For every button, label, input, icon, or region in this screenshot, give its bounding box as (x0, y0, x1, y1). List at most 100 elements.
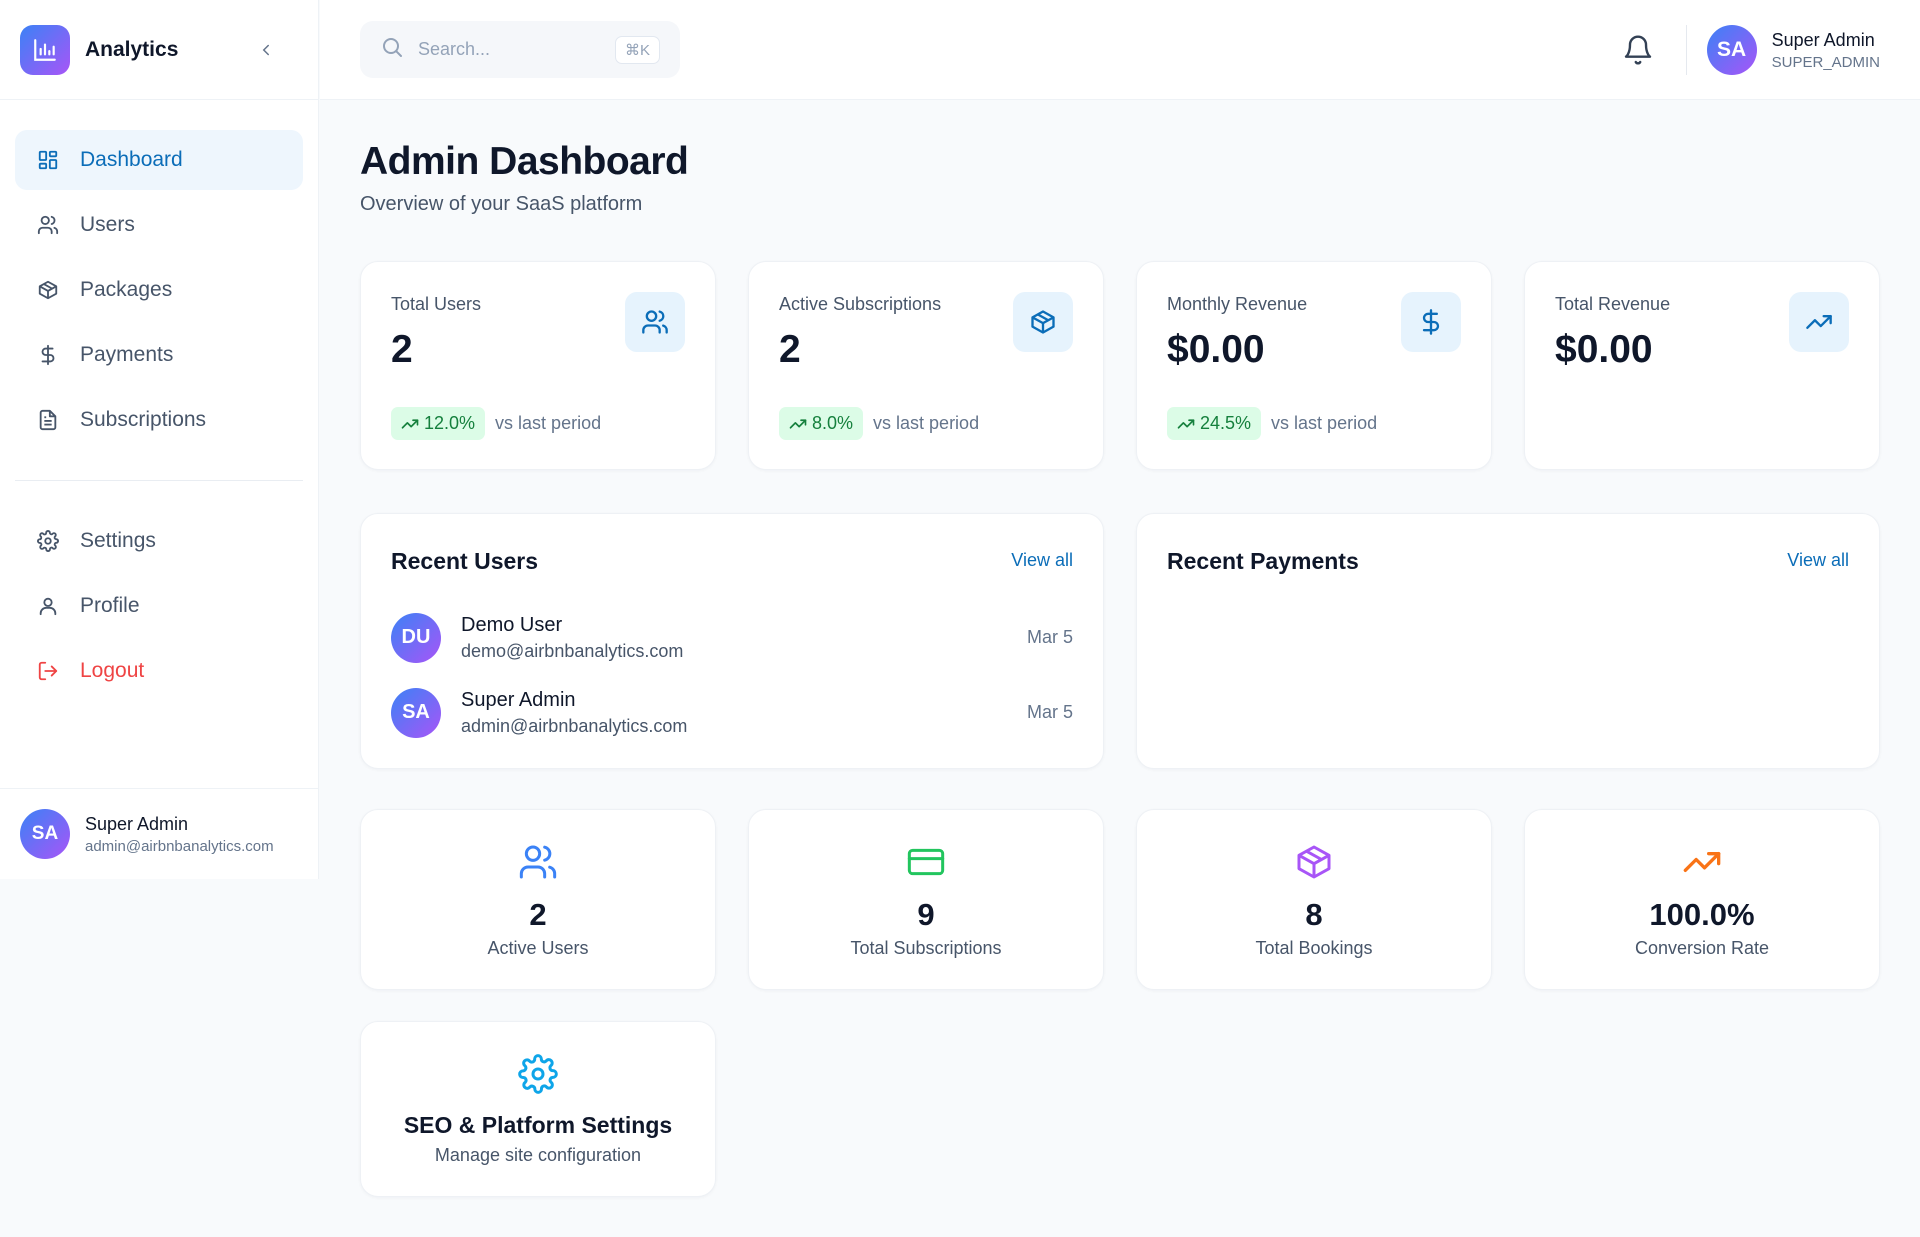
package-icon (1137, 842, 1491, 882)
page-title: Admin Dashboard (360, 140, 689, 183)
panel-title: Recent Payments (1167, 548, 1359, 574)
stat-trend: 24.5% vs last period (1167, 407, 1377, 440)
sidebar-item-label: Settings (80, 529, 156, 552)
user-name: Super Admin (461, 688, 576, 711)
sidebar-item-label: Dashboard (80, 148, 183, 171)
sidebar-item-profile[interactable]: Profile (15, 576, 303, 636)
gear-icon (35, 528, 61, 554)
view-all-payments-link[interactable]: View all (1787, 550, 1849, 571)
sidebar-user-name: Super Admin (85, 813, 189, 834)
sidebar-item-packages[interactable]: Packages (15, 260, 303, 320)
sidebar-item-subscriptions[interactable]: Subscriptions (15, 390, 303, 450)
sidebar-item-logout[interactable]: Logout (15, 641, 303, 701)
metric-card-conversion-rate: 100.0% Conversion Rate (1524, 809, 1880, 990)
trend-badge: 8.0% (779, 407, 864, 440)
user-date: Mar 5 (1026, 627, 1073, 647)
sidebar: Analytics Dashboard Users Packages Payme… (0, 0, 319, 879)
sidebar-item-label: Payments (80, 343, 174, 366)
trend-badge: 24.5% (1167, 407, 1262, 440)
metric-value: 9 (917, 897, 935, 932)
stat-card-monthly-revenue: Monthly Revenue $0.00 24.5% vs last peri… (1136, 261, 1492, 470)
recent-payments-panel: Recent Payments View all (1136, 513, 1880, 769)
user-name: Demo User (461, 613, 563, 636)
sidebar-item-label: Subscriptions (80, 408, 207, 431)
package-icon (1013, 292, 1073, 352)
stat-label: Active Subscriptions (779, 294, 942, 314)
list-item[interactable]: DU Demo User demo@airbnbanalytics.com Ma… (391, 610, 1073, 665)
bell-icon[interactable] (1622, 34, 1654, 66)
stat-value: $0.00 (1555, 328, 1653, 371)
trend-text: vs last period (495, 413, 602, 433)
avatar: DU (391, 612, 441, 663)
search-icon (380, 35, 404, 64)
users-icon (625, 292, 685, 352)
sidebar-item-payments[interactable]: Payments (15, 325, 303, 385)
nav-divider (15, 480, 303, 481)
sidebar-user-email: admin@airbnbanalytics.com (85, 837, 274, 855)
sidebar-item-label: Logout (80, 659, 145, 682)
avatar: SA (391, 687, 441, 738)
users-icon (35, 212, 61, 238)
view-all-users-link[interactable]: View all (1011, 550, 1073, 571)
trending-up-icon (1525, 842, 1879, 882)
stat-trend: 8.0% vs last period (779, 407, 979, 440)
settings-card-subtitle: Manage site configuration (434, 1145, 642, 1165)
header-user-role: SUPER_ADMIN (1771, 53, 1880, 71)
metric-label: Total Bookings (1255, 938, 1373, 958)
search-input[interactable] (418, 39, 608, 60)
bar-chart-icon[interactable] (20, 24, 70, 75)
stat-label: Monthly Revenue (1167, 294, 1308, 314)
stat-card-total-users: Total Users 2 12.0% vs last period (360, 261, 716, 470)
trending-up-icon (1789, 292, 1849, 352)
dollar-icon (35, 342, 61, 368)
metric-label: Active Users (487, 938, 589, 958)
metric-label: Conversion Rate (1634, 938, 1770, 958)
grid-icon (35, 147, 61, 173)
header-divider (1686, 25, 1687, 75)
metric-label: Total Subscriptions (850, 938, 1002, 958)
brand: Analytics (0, 0, 318, 100)
user-icon (35, 593, 61, 619)
logout-icon (35, 658, 61, 684)
metric-card-active-users: 2 Active Users (360, 809, 716, 990)
header-user-menu[interactable]: SA Super Admin SUPER_ADMIN (1706, 25, 1880, 75)
recent-users-panel: Recent Users View all DU Demo User demo@… (360, 513, 1104, 769)
sidebar-item-label: Users (80, 213, 135, 236)
file-icon (35, 407, 61, 433)
brand-name: Analytics (85, 37, 179, 61)
metric-value: 100.0% (1649, 897, 1755, 932)
trend-value: 12.0% (424, 413, 476, 433)
seo-settings-card[interactable]: SEO & Platform Settings Manage site conf… (360, 1021, 716, 1197)
stat-value: 2 (779, 328, 801, 371)
chevron-left-icon[interactable] (254, 38, 278, 62)
metric-card-total-subscriptions: 9 Total Subscriptions (748, 809, 1104, 990)
stat-value: $0.00 (1167, 328, 1265, 371)
list-item[interactable]: SA Super Admin admin@airbnbanalytics.com… (391, 685, 1073, 740)
stat-value: 2 (391, 328, 413, 371)
gear-icon (361, 1054, 715, 1094)
sidebar-item-dashboard[interactable]: Dashboard (15, 130, 303, 190)
stat-trend: 12.0% vs last period (391, 407, 601, 440)
sidebar-item-settings[interactable]: Settings (15, 511, 303, 571)
sidebar-item-label: Packages (80, 278, 173, 301)
page-subtitle: Overview of your SaaS platform (360, 193, 643, 215)
user-email: admin@airbnbanalytics.com (461, 715, 688, 736)
trending-up-icon (789, 418, 807, 429)
users-icon (361, 842, 715, 882)
trending-up-icon (401, 418, 419, 429)
avatar: SA (1706, 25, 1757, 75)
user-date: Mar 5 (1026, 702, 1073, 722)
trend-value: 8.0% (812, 413, 854, 433)
sidebar-item-label: Profile (80, 594, 140, 617)
sidebar-item-users[interactable]: Users (15, 195, 303, 255)
metric-value: 8 (1305, 897, 1323, 932)
package-icon (35, 277, 61, 303)
sidebar-nav: Dashboard Users Packages Payments Subscr… (0, 100, 318, 701)
search-box[interactable]: ⌘K (360, 21, 680, 78)
trend-text: vs last period (873, 413, 980, 433)
metric-value: 2 (529, 897, 547, 932)
trend-value: 24.5% (1200, 413, 1252, 433)
sidebar-user[interactable]: SA Super Admin admin@airbnbanalytics.com (0, 788, 318, 879)
dollar-icon (1401, 292, 1461, 352)
stat-label: Total Revenue (1555, 294, 1671, 314)
